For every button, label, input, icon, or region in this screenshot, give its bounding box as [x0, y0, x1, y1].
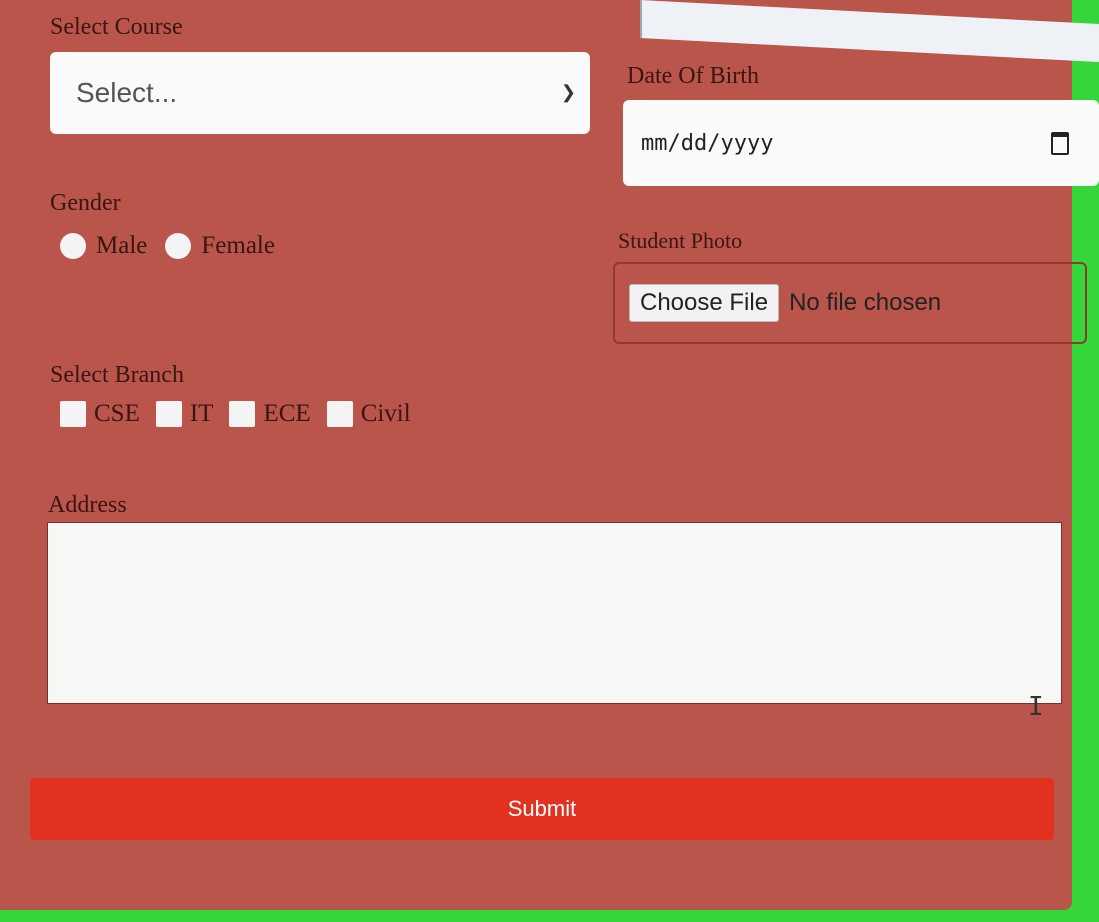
photo-label: Student Photo: [618, 228, 743, 253]
text-cursor-icon: I: [1028, 692, 1044, 722]
course-select-value: Select...: [76, 77, 178, 108]
branch-checkbox-group: CSE IT ECE Civil: [60, 400, 419, 428]
calendar-icon[interactable]: [1051, 132, 1069, 155]
gender-radio-female[interactable]: [165, 233, 192, 259]
gender-radio-male[interactable]: [60, 233, 86, 259]
branch-label: Select Branch: [50, 362, 184, 388]
dob-input[interactable]: mm/dd/yyyy: [623, 100, 1099, 186]
branch-option-it: IT: [189, 400, 214, 427]
address-textarea[interactable]: [47, 522, 1062, 704]
gender-option-female: Female: [201, 232, 275, 259]
branch-option-ece: ECE: [263, 400, 311, 427]
chevron-down-icon: ❯: [560, 82, 576, 102]
file-status-text: No file chosen: [789, 289, 942, 316]
branch-checkbox-it[interactable]: [155, 401, 182, 427]
course-select[interactable]: Select... ❯: [50, 52, 590, 134]
submit-button[interactable]: Submit: [30, 778, 1054, 840]
dob-label: Date Of Birth: [627, 63, 759, 89]
branch-checkbox-civil[interactable]: [326, 401, 353, 427]
branch-option-civil: Civil: [360, 400, 411, 427]
gender-option-male: Male: [96, 232, 148, 259]
gender-label: Gender: [50, 190, 121, 216]
dob-placeholder: mm/dd/yyyy: [641, 130, 774, 156]
course-label: Select Course: [50, 14, 183, 40]
photo-file-input: Choose File No file chosen: [613, 262, 1087, 344]
choose-file-button[interactable]: Choose File: [629, 284, 780, 322]
address-label: Address: [48, 492, 127, 518]
gender-radio-group: Male Female: [60, 232, 283, 260]
branch-option-cse: CSE: [94, 400, 140, 427]
branch-checkbox-ece[interactable]: [229, 401, 256, 427]
branch-checkbox-cse[interactable]: [60, 401, 86, 427]
